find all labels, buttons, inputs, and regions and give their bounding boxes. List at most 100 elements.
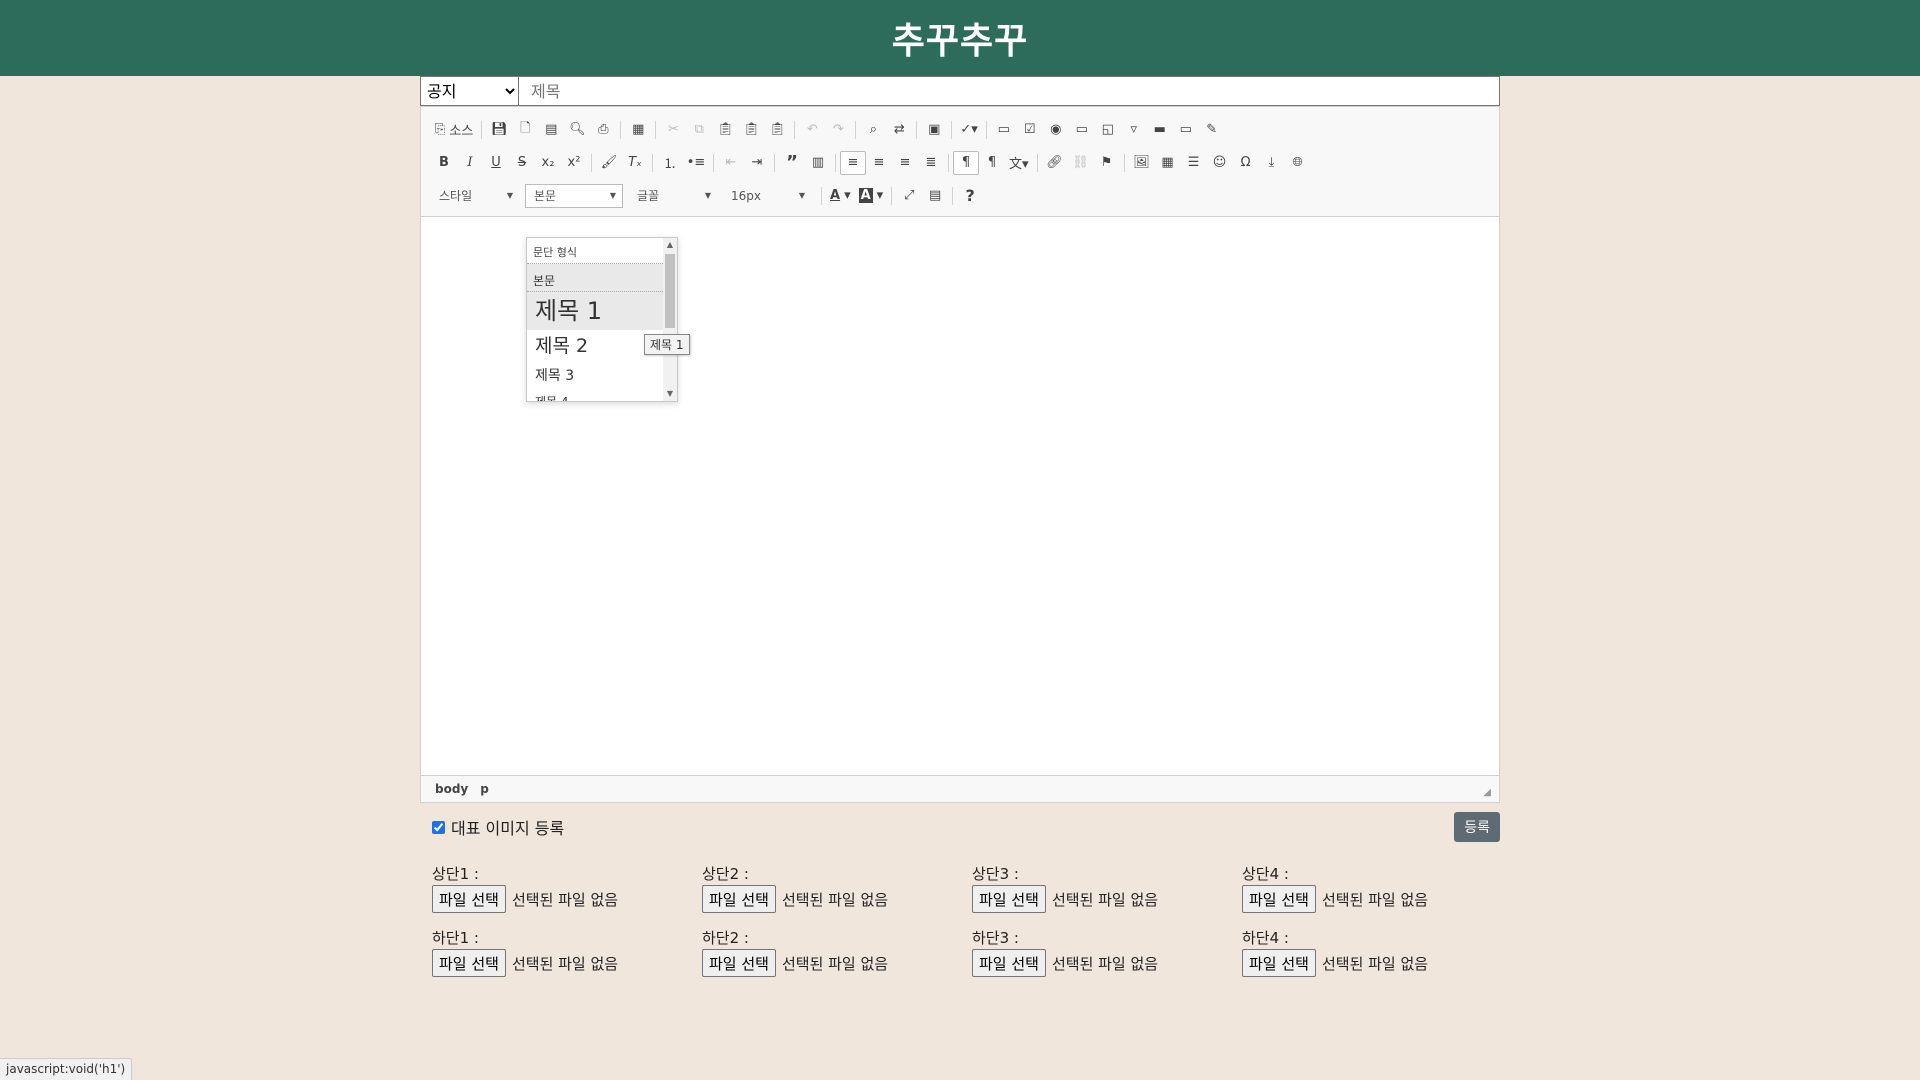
table-icon[interactable]: ▦ xyxy=(1155,151,1181,175)
find-icon[interactable]: ⌕ xyxy=(860,118,886,142)
path-item-p[interactable]: p xyxy=(476,782,493,796)
dropdown-scrollbar[interactable]: ▲ ▼ xyxy=(663,238,677,401)
textarea-icon[interactable]: ◱ xyxy=(1095,118,1121,142)
checkbox-icon[interactable]: ☑ xyxy=(1017,118,1043,142)
choose-file-button[interactable]: 파일 선택 xyxy=(702,885,776,913)
choose-file-button[interactable]: 파일 선택 xyxy=(432,949,506,977)
anchor-icon[interactable]: ⚑ xyxy=(1094,151,1120,175)
select-field-icon[interactable]: ▿ xyxy=(1121,118,1147,142)
language-icon[interactable]: 文▾ xyxy=(1005,151,1033,175)
browser-status-bar: javascript:void('h1') xyxy=(0,1058,133,1080)
superscript-icon[interactable]: x² xyxy=(561,151,587,175)
format-option-heading-4[interactable]: 제목 4 xyxy=(527,390,663,401)
help-icon[interactable]: ? xyxy=(957,184,983,208)
site-logo[interactable]: 추꾸추꾸 xyxy=(892,12,1028,64)
bold-icon[interactable]: B xyxy=(431,151,457,175)
show-blocks-icon[interactable]: ▤ xyxy=(922,184,948,208)
cut-icon[interactable]: ✂ xyxy=(660,118,686,142)
path-item-body[interactable]: body xyxy=(431,782,472,796)
format-option-heading-3[interactable]: 제목 3 xyxy=(527,362,663,390)
replace-icon[interactable]: ⇄ xyxy=(886,118,912,142)
numbered-list-icon[interactable]: ⒈ xyxy=(657,151,683,175)
horizontal-line-icon[interactable]: ☰ xyxy=(1181,151,1207,175)
remove-format-icon[interactable]: Tₓ xyxy=(622,151,648,175)
strikethrough-icon[interactable]: S xyxy=(509,151,535,175)
text-direction-rtl-icon[interactable]: ¶ xyxy=(979,151,1005,175)
save-icon[interactable]: 💾︎ xyxy=(486,118,512,142)
underline-icon[interactable]: U xyxy=(483,151,509,175)
image-icon[interactable]: 🖼︎ xyxy=(1129,151,1155,175)
indent-icon[interactable]: ⇥ xyxy=(744,151,770,175)
redo-icon[interactable]: ↷ xyxy=(825,118,851,142)
paste-word-icon[interactable]: 📋︎ xyxy=(764,118,790,142)
choose-file-button[interactable]: 파일 선택 xyxy=(702,949,776,977)
maximize-icon[interactable]: ⤢ xyxy=(896,184,922,208)
choose-file-button[interactable]: 파일 선택 xyxy=(1242,949,1316,977)
format-option-normal[interactable]: 본문 xyxy=(527,264,663,292)
choose-file-button[interactable]: 파일 선택 xyxy=(972,949,1046,977)
italic-icon[interactable]: I xyxy=(457,151,483,175)
form-icon[interactable]: ▭ xyxy=(991,118,1017,142)
format-combo[interactable]: 본문 ▼ xyxy=(525,183,623,208)
rep-image-checkbox[interactable] xyxy=(432,820,445,834)
file-control: 파일 선택 선택된 파일 없음 xyxy=(972,885,1242,913)
paste-icon[interactable]: 📋︎ xyxy=(712,118,738,142)
align-left-icon[interactable]: ≡ xyxy=(840,150,866,175)
scroll-down-icon[interactable]: ▼ xyxy=(663,387,677,401)
page-break-icon[interactable]: ⤓ xyxy=(1259,151,1285,175)
toolbar-separator xyxy=(1123,153,1125,172)
iframe-icon[interactable]: 🌐︎ xyxy=(1285,151,1311,175)
copy-format-icon[interactable]: 🖌︎ xyxy=(596,151,622,175)
align-right-icon[interactable]: ≡ xyxy=(892,151,918,175)
background-color-icon[interactable]: A ▾ xyxy=(855,184,888,208)
select-all-icon[interactable]: ▣ xyxy=(921,118,947,142)
div-container-icon[interactable]: ▥ xyxy=(805,151,831,175)
text-field-icon[interactable]: ▭ xyxy=(1069,118,1095,142)
text-color-icon[interactable]: A ▾ xyxy=(826,184,855,208)
subscript-icon[interactable]: x₂ xyxy=(535,151,561,175)
choose-file-button[interactable]: 파일 선택 xyxy=(1242,885,1316,913)
outdent-icon[interactable]: ⇤ xyxy=(718,151,744,175)
undo-icon[interactable]: ↶ xyxy=(799,118,825,142)
radio-icon[interactable]: ◉ xyxy=(1043,118,1069,142)
paste-text-icon[interactable]: 📋︎ xyxy=(738,118,764,142)
copy-icon[interactable]: ⧉ xyxy=(686,118,712,142)
text-direction-ltr-icon[interactable]: ¶ xyxy=(953,150,979,175)
blockquote-icon[interactable]: ” xyxy=(779,151,805,175)
font-size-combo[interactable]: 16px ▼ xyxy=(723,184,811,208)
choose-file-button[interactable]: 파일 선택 xyxy=(432,885,506,913)
special-character-icon[interactable]: Ω xyxy=(1233,151,1259,175)
button-field-icon[interactable]: ▬ xyxy=(1147,118,1173,142)
align-center-icon[interactable]: ≡ xyxy=(866,151,892,175)
link-icon[interactable]: 🔗︎ xyxy=(1042,151,1068,175)
rep-image-toggle[interactable]: 대표 이미지 등록 xyxy=(432,815,564,839)
file-status: 선택된 파일 없음 xyxy=(1321,954,1429,973)
new-page-icon[interactable]: 🗋 xyxy=(512,118,538,142)
preview-icon[interactable]: 🔍︎ xyxy=(564,118,590,142)
resize-handle-icon[interactable]: ◢ xyxy=(1479,787,1495,798)
toolbar-separator xyxy=(835,153,836,172)
print-icon[interactable]: ⎙ xyxy=(590,118,616,142)
category-select[interactable]: 공지 xyxy=(421,77,519,105)
align-justify-icon[interactable]: ≣ xyxy=(918,151,944,175)
format-option-heading-1[interactable]: 제목 1 xyxy=(527,292,663,330)
title-input[interactable] xyxy=(519,77,1499,105)
styles-combo[interactable]: 스타일 ▼ xyxy=(431,184,519,208)
templates-icon[interactable]: ▦ xyxy=(625,118,651,142)
image-button-icon[interactable]: ▭ xyxy=(1173,118,1199,142)
submit-button[interactable]: 등록 xyxy=(1454,812,1500,842)
bulleted-list-icon[interactable]: •≡ xyxy=(683,151,709,175)
spellcheck-icon[interactable]: ✓▾ xyxy=(956,118,981,142)
hidden-field-icon[interactable]: ✎ xyxy=(1199,118,1225,142)
smiley-icon[interactable]: ☺ xyxy=(1207,151,1233,175)
choose-file-button[interactable]: 파일 선택 xyxy=(972,885,1046,913)
toolbar-row-2: B I U S x₂ x² 🖌︎ Tₓ ⒈ •≡ ⇤ ⇥ ” ▥ ≡ ≡ ≡ ≣… xyxy=(431,146,1491,179)
unlink-icon[interactable]: ⛓ xyxy=(1068,151,1094,175)
source-button[interactable]: ⎘ 소스 xyxy=(431,118,477,142)
export-pdf-icon[interactable]: ▤ xyxy=(538,118,564,142)
scrollbar-thumb[interactable] xyxy=(665,254,675,328)
scroll-up-icon[interactable]: ▲ xyxy=(663,238,677,252)
font-combo[interactable]: 글꼴 ▼ xyxy=(629,184,717,208)
format-option-heading-2[interactable]: 제목 2 xyxy=(527,330,663,362)
chevron-down-icon: ▼ xyxy=(609,191,616,200)
